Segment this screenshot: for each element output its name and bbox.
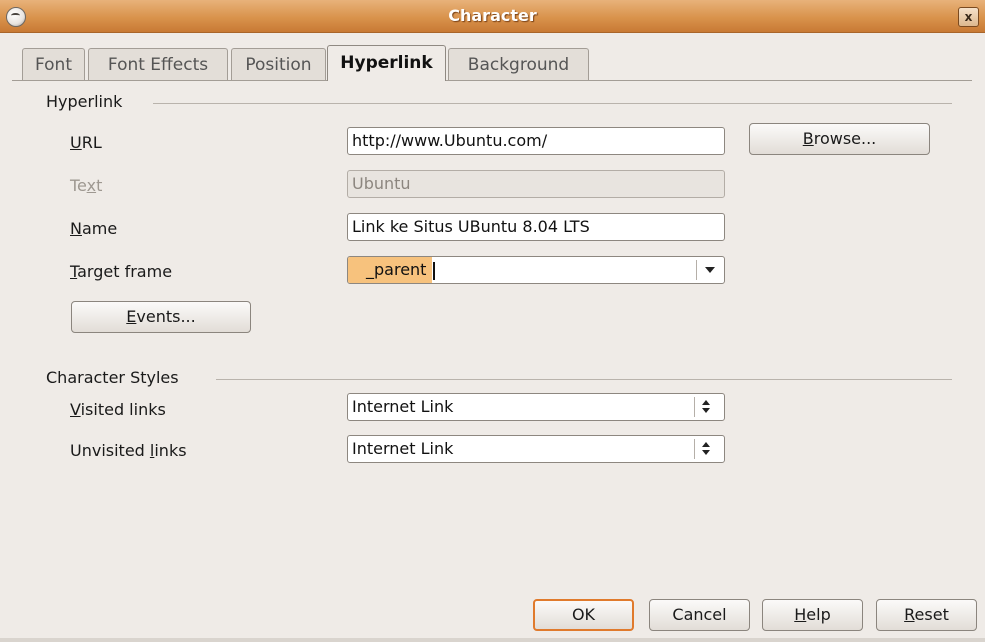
url-label: URL bbox=[70, 133, 102, 152]
text-label: Text bbox=[70, 176, 103, 195]
select-separator bbox=[694, 397, 695, 417]
window-bottom-edge bbox=[0, 638, 985, 642]
title-bar: Character x bbox=[0, 0, 985, 33]
name-input[interactable]: Link ke Situs UBuntu 8.04 LTS bbox=[347, 213, 725, 241]
unvisited-links-select[interactable]: Internet Link bbox=[347, 435, 725, 463]
tab-panel-border bbox=[12, 80, 972, 81]
chevron-down-icon[interactable] bbox=[705, 267, 715, 273]
name-label: Name bbox=[70, 219, 118, 238]
target-frame-label: Target frame bbox=[70, 262, 173, 281]
hyperlink-section-title: Hyperlink bbox=[46, 92, 123, 111]
text-input: Ubuntu bbox=[347, 170, 725, 198]
tab-position[interactable]: Position bbox=[231, 48, 326, 80]
cancel-button[interactable]: Cancel bbox=[649, 599, 750, 631]
hyperlink-section-rule bbox=[153, 103, 952, 104]
tab-background[interactable]: Background bbox=[448, 48, 589, 80]
unvisited-links-label: Unvisited links bbox=[70, 441, 187, 460]
close-button[interactable]: x bbox=[958, 7, 979, 27]
target-frame-combo[interactable]: _parent bbox=[347, 256, 725, 284]
tab-font-effects[interactable]: Font Effects bbox=[88, 48, 228, 80]
spin-down-icon bbox=[702, 408, 710, 413]
help-button[interactable]: Help bbox=[762, 599, 863, 631]
ok-button[interactable]: OK bbox=[533, 599, 634, 631]
character-styles-section-title: Character Styles bbox=[46, 368, 179, 387]
select-separator bbox=[694, 439, 695, 459]
character-dialog: Character x Font Font Effects Position H… bbox=[0, 0, 985, 642]
reset-button[interactable]: Reset bbox=[876, 599, 977, 631]
tab-hyperlink[interactable]: Hyperlink bbox=[327, 45, 446, 81]
spin-up-icon bbox=[702, 442, 710, 447]
events-button[interactable]: Events... bbox=[71, 301, 251, 333]
url-input[interactable]: http://www.Ubuntu.com/ bbox=[347, 127, 725, 155]
spin-up-icon bbox=[702, 400, 710, 405]
visited-links-label: Visited links bbox=[70, 400, 166, 419]
browse-button[interactable]: Browse... bbox=[749, 123, 930, 155]
text-caret bbox=[433, 261, 436, 280]
tab-font[interactable]: Font bbox=[22, 48, 85, 80]
combo-separator bbox=[696, 260, 697, 280]
target-frame-value: _parent bbox=[348, 257, 433, 283]
character-styles-section-rule bbox=[216, 379, 952, 380]
window-title: Character bbox=[448, 6, 537, 25]
spin-down-icon bbox=[702, 450, 710, 455]
visited-links-select[interactable]: Internet Link bbox=[347, 393, 725, 421]
